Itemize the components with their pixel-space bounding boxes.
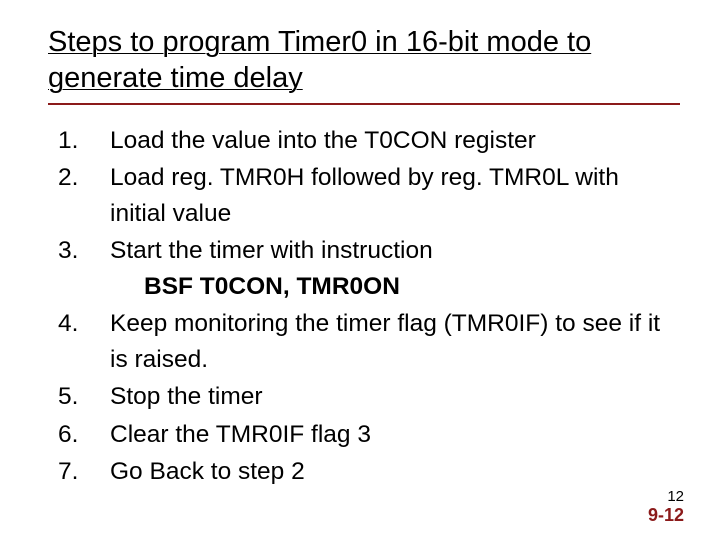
page-number-small: 12 xyxy=(648,488,684,505)
step-body: Start the timer with instruction BSF T0C… xyxy=(110,233,680,304)
slide-title: Steps to program Timer0 in 16-bit mode t… xyxy=(48,24,680,97)
title-divider: Steps to program Timer0 in 16-bit mode t… xyxy=(48,24,680,105)
list-item: Clear the TMR0IF flag 3 xyxy=(48,417,680,453)
list-item: Go Back to step 2 xyxy=(48,454,680,490)
page-number-section: 9-12 xyxy=(648,505,684,526)
slide: Steps to program Timer0 in 16-bit mode t… xyxy=(0,0,720,540)
step-text: Clear the TMR0IF flag 3 xyxy=(110,417,680,453)
step-text: Keep monitoring the timer flag (TMR0IF) … xyxy=(110,306,680,377)
step-text: Stop the timer xyxy=(110,379,680,415)
list-item: Keep monitoring the timer flag (TMR0IF) … xyxy=(48,306,680,377)
code-line: BSF T0CON, TMR0ON xyxy=(110,269,680,305)
step-text: Go Back to step 2 xyxy=(110,454,680,490)
list-item: Start the timer with instruction BSF T0C… xyxy=(48,233,680,304)
step-text: Start the timer with instruction xyxy=(110,237,433,264)
list-item: Stop the timer xyxy=(48,379,680,415)
list-item: Load reg. TMR0H followed by reg. TMR0L w… xyxy=(48,160,680,231)
list-item: Load the value into the T0CON register xyxy=(48,123,680,159)
step-text: Load reg. TMR0H followed by reg. TMR0L w… xyxy=(110,160,680,231)
steps-list: Load the value into the T0CON register L… xyxy=(48,123,680,490)
footer: 12 9-12 xyxy=(648,488,684,526)
step-text: Load the value into the T0CON register xyxy=(110,123,680,159)
